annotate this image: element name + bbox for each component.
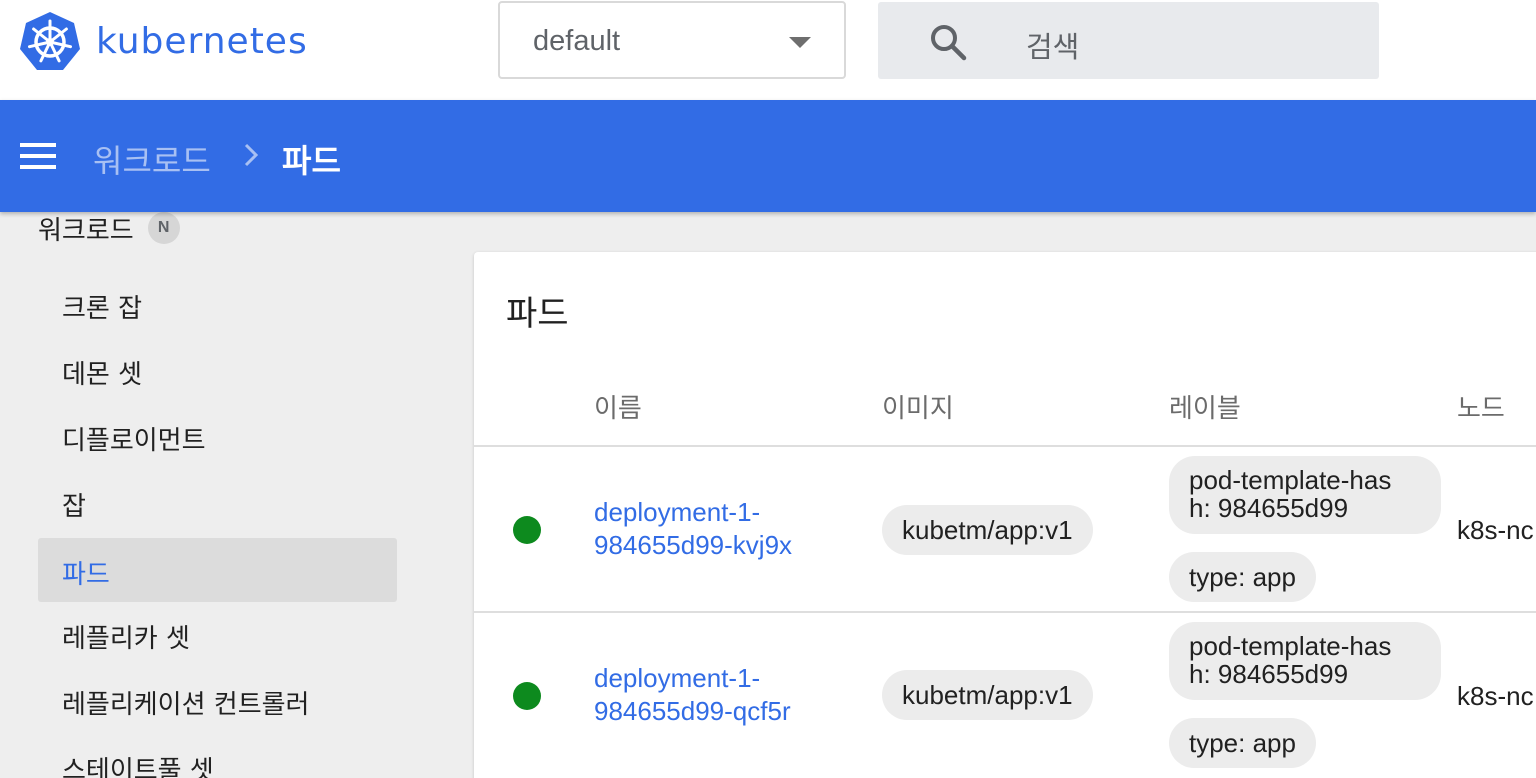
pod-name-link[interactable]: deployment-1- 984655d99-kvj9x	[594, 496, 792, 562]
status-running-icon	[513, 682, 541, 710]
sidebar-item-label: 데몬 셋	[62, 360, 143, 390]
image-chip: kubetm/app:v1	[882, 670, 1093, 720]
column-header-image: 이미지	[882, 394, 954, 424]
sidebar: 워크로드 N 크론 잡 데몬 셋 디플로이먼트 잡 파드 레플리카 셋 레플리케…	[0, 212, 440, 778]
sidebar-item-label: 파드	[62, 560, 110, 590]
breadcrumb-bar: 워크로드 파드	[0, 100, 1536, 212]
sidebar-item-label: 레플리카 셋	[62, 624, 190, 654]
sidebar-item-label: 잡	[62, 492, 86, 522]
status-running-icon	[513, 516, 541, 544]
search-placeholder: 검색	[1026, 30, 1080, 64]
sidebar-item-cronjobs[interactable]: 크론 잡	[38, 272, 397, 336]
label-chip: pod-template-has h: 984655d99	[1169, 456, 1441, 534]
chevron-right-icon	[244, 143, 259, 167]
sidebar-item-label: 레플리케이션 컨트롤러	[62, 690, 310, 720]
sidebar-item-deployments[interactable]: 디플로이먼트	[38, 404, 397, 468]
breadcrumb-workloads[interactable]: 워크로드	[93, 136, 211, 182]
kubernetes-logo[interactable]: kubernetes	[18, 10, 308, 72]
sidebar-item-label: 스테이트풀 셋	[62, 756, 214, 778]
chevron-down-icon	[789, 37, 811, 48]
search-input[interactable]: 검색	[878, 2, 1379, 79]
row-divider	[474, 611, 1536, 613]
kubernetes-helm-icon	[20, 12, 80, 70]
sidebar-section-workloads[interactable]: 워크로드 N	[38, 212, 180, 246]
column-header-name[interactable]: 이름	[594, 388, 642, 425]
brand-name: kubernetes	[96, 20, 308, 62]
sidebar-item-pods[interactable]: 파드	[38, 538, 397, 602]
sidebar-item-label: 디플로이먼트	[62, 426, 206, 456]
image-chip: kubetm/app:v1	[882, 505, 1093, 555]
header-divider	[474, 445, 1536, 447]
sidebar-item-replicationcontrollers[interactable]: 레플리케이션 컨트롤러	[38, 668, 397, 732]
label-chip: pod-template-has h: 984655d99	[1169, 622, 1441, 700]
search-icon	[931, 25, 967, 61]
column-header-node[interactable]: 노드	[1457, 388, 1505, 425]
sidebar-item-jobs[interactable]: 잡	[38, 470, 397, 534]
namespaced-badge: N	[147, 212, 180, 244]
top-bar: kubernetes default 검색	[0, 0, 1536, 100]
label-chip: type: app	[1169, 718, 1316, 768]
node-name[interactable]: k8s-nc	[1457, 681, 1534, 712]
label-chip: type: app	[1169, 552, 1316, 602]
column-header-labels: 레이블	[1169, 394, 1241, 424]
sidebar-item-daemonsets[interactable]: 데몬 셋	[38, 338, 397, 402]
pods-card: 파드 이름 이미지 레이블 노드 deployment-1- 984655d99…	[474, 252, 1536, 778]
page-title: 파드	[282, 142, 341, 180]
namespace-select[interactable]: default	[498, 1, 846, 79]
sidebar-item-label: 크론 잡	[62, 294, 143, 324]
menu-icon[interactable]	[20, 143, 56, 171]
sidebar-section-label: 워크로드	[38, 215, 134, 246]
pod-name-link[interactable]: deployment-1- 984655d99-qcf5r	[594, 662, 791, 728]
node-name[interactable]: k8s-nc	[1457, 515, 1534, 546]
sidebar-item-replicasets[interactable]: 레플리카 셋	[38, 602, 397, 666]
sidebar-item-statefulsets[interactable]: 스테이트풀 셋	[38, 734, 397, 778]
namespace-value: default	[533, 25, 621, 57]
card-title: 파드	[506, 294, 569, 334]
